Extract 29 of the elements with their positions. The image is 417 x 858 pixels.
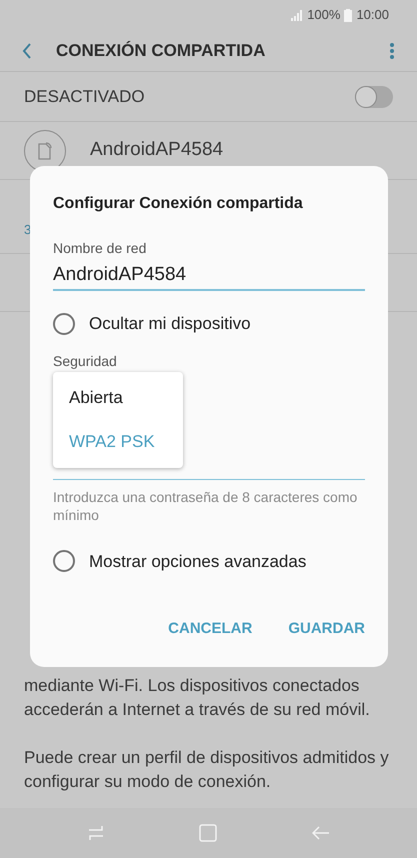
description-text: mediante Wi-Fi. Los dispositivos conectados — [24, 675, 360, 697]
battery-percent: 100% — [307, 6, 340, 24]
option-label: Mostrar opciones avanzadas — [89, 550, 306, 572]
radio-button[interactable] — [53, 312, 75, 335]
option-label: Ocultar mi dispositivo — [89, 313, 251, 335]
field-label: Nombre de red — [53, 239, 148, 258]
network-name: AndroidAP4584 — [90, 138, 224, 162]
dialog-button[interactable]: CANCELAR — [168, 618, 252, 640]
description-text: Puede crear un perfil de dispositivos admitidos y — [24, 747, 390, 769]
description-text: configurar su modo de conexión. — [24, 771, 272, 793]
switch-label: DESACTIVADO — [24, 86, 146, 108]
page-title: CONEXIÓN COMPARTIDA — [56, 40, 266, 62]
toggle-switch[interactable] — [355, 86, 393, 108]
field-label: Seguridad — [53, 352, 118, 371]
menu-option[interactable]: Abierta — [53, 376, 183, 420]
description-text: accederán a Internet a través de su red móvil. — [24, 699, 371, 721]
dialog-title: Configurar Conexión compartida — [53, 194, 304, 214]
more-options-icon[interactable] — [389, 42, 395, 60]
menu-option[interactable]: WPA2 PSK — [53, 420, 183, 464]
network-name-field[interactable]: AndroidAP4584 — [53, 261, 365, 291]
radio-button[interactable] — [53, 550, 75, 572]
password-hint: Introduzca una contraseña de 8 caracteres como mínimo — [53, 488, 358, 524]
signal-icon — [291, 10, 304, 20]
recent-apps-icon[interactable] — [88, 825, 104, 841]
dialog-button[interactable]: GUARDAR — [288, 618, 365, 640]
home-icon[interactable] — [198, 824, 216, 842]
back-icon[interactable] — [22, 42, 32, 58]
clock: 10:00 — [356, 6, 389, 24]
battery-icon — [344, 8, 352, 22]
